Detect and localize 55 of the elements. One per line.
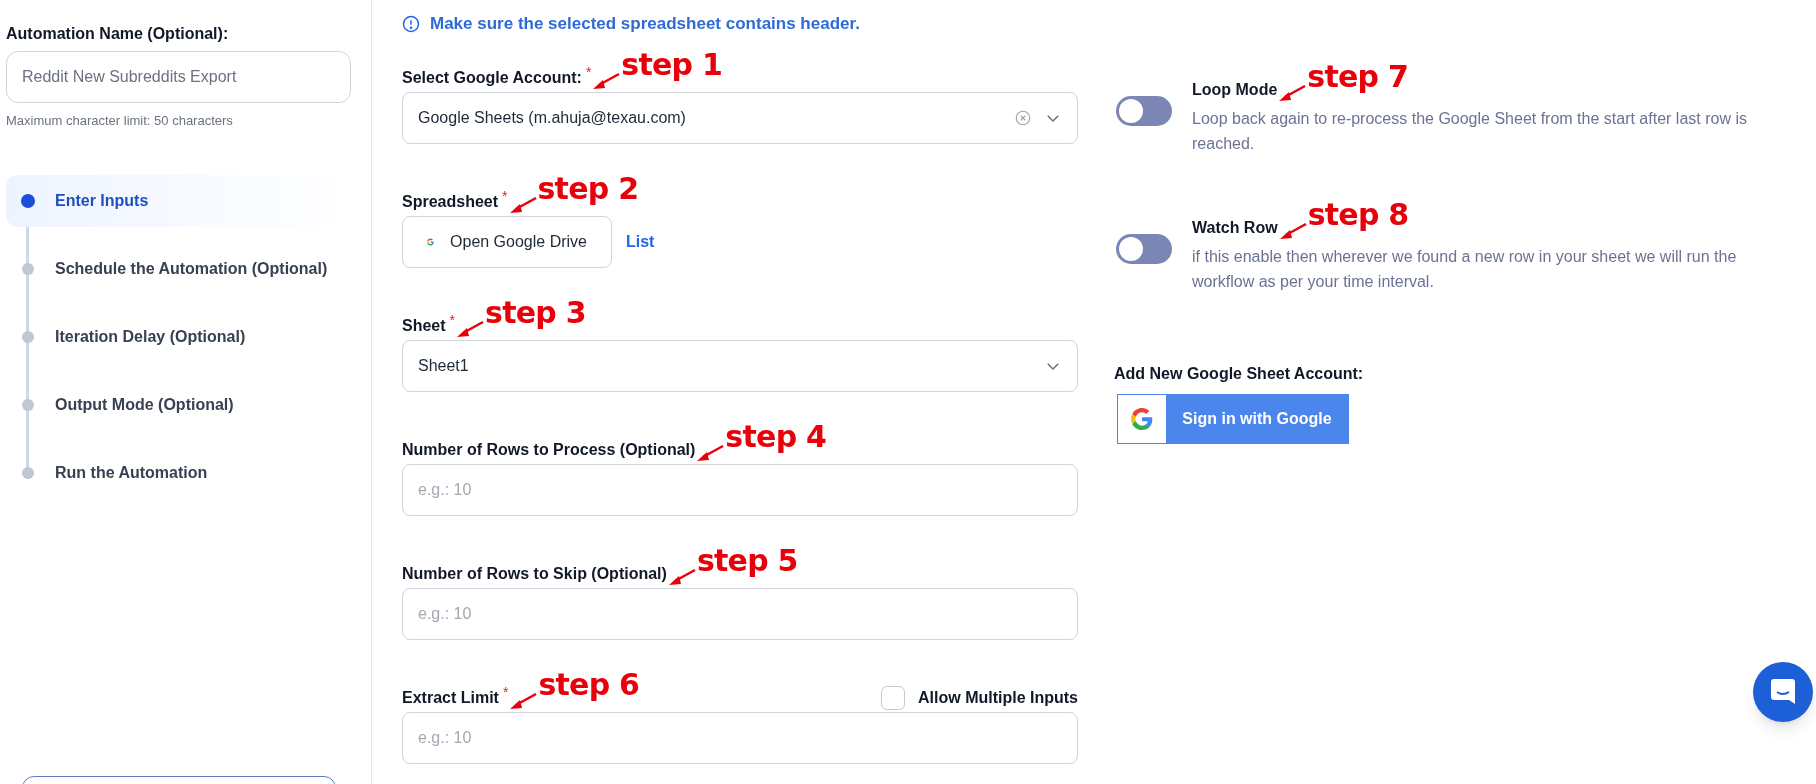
toggle-description: if this enable then wherever we found a new row in your sheet we will run the workflow as per your time interval.	[1192, 247, 1738, 292]
toggle-title: Loop Mode	[1192, 80, 1278, 100]
annotation-arrow	[508, 690, 539, 712]
list-link[interactable]: List	[626, 230, 655, 254]
step-annotation: step 6	[538, 670, 640, 700]
google-sign-in-button[interactable]: Sign in with Google	[1117, 394, 1349, 444]
number-input[interactable]: e.g.: 10	[402, 712, 1078, 764]
toggle-switch[interactable]	[1116, 234, 1172, 264]
select-field[interactable]: Google Sheets (m.ahuja@texau.com)	[402, 92, 1078, 144]
step-item[interactable]: Run the Automation	[6, 446, 351, 499]
required-mark: *	[449, 311, 456, 330]
open-drive-button[interactable]: Open Google Drive	[402, 216, 612, 268]
annotation-arrow	[695, 442, 726, 464]
select-value: Google Sheets (m.ahuja@texau.com)	[418, 108, 687, 128]
required-mark: *	[585, 63, 592, 82]
step-annotation: step 8	[1307, 200, 1409, 230]
field-label: Extract Limit	[402, 688, 499, 708]
section-label: Add New Google Sheet Account:	[1114, 364, 1365, 384]
field-label: Select Google Account:	[402, 68, 582, 88]
toggle-description: Loop back again to re-process the Google Sheet from the start after last row is reached.	[1192, 109, 1748, 154]
annotation-arrow	[591, 70, 622, 92]
field-label: Sheet	[402, 316, 446, 336]
notice-text: Make sure the selected spreadsheet contains header.	[430, 13, 860, 36]
step-annotation: step 4	[725, 422, 827, 452]
step-item[interactable]: Schedule the Automation (Optional)	[6, 242, 351, 295]
select-field[interactable]: Sheet1	[402, 340, 1078, 392]
select-value: Sheet1	[418, 356, 470, 376]
step-item[interactable]: Output Mode (Optional)	[6, 378, 351, 431]
toggle-title: Watch Row	[1192, 218, 1278, 238]
step-annotation: step 1	[621, 50, 723, 80]
chat-icon	[1770, 678, 1796, 706]
chat-button[interactable]	[1753, 662, 1813, 722]
field-label: Number of Rows to Skip (Optional)	[402, 564, 667, 584]
automation-name-input[interactable]: Reddit New Subreddits Export	[6, 51, 351, 103]
field-hint: Maximum character limit: 50 characters	[6, 112, 234, 130]
required-mark: *	[502, 187, 508, 206]
step-annotation: step 5	[696, 546, 798, 576]
toggle-switch[interactable]	[1116, 96, 1172, 126]
checkbox-label: Allow Multiple Inputs	[918, 688, 1078, 708]
required-mark: *	[502, 683, 509, 702]
field-label: Spreadsheet	[402, 192, 499, 212]
number-input[interactable]: e.g.: 10	[402, 588, 1078, 640]
annotation-arrow	[455, 318, 486, 340]
checkbox[interactable]	[881, 686, 905, 710]
step-annotation: step 7	[1307, 62, 1409, 92]
field-label: Automation Name (Optional):	[6, 24, 230, 42]
step-item[interactable]: Iteration Delay (Optional)	[6, 310, 351, 363]
step-annotation: step 2	[537, 174, 639, 204]
clear-icon[interactable]	[1014, 109, 1032, 127]
info-icon	[402, 15, 420, 33]
google-icon	[1131, 408, 1153, 430]
step-annotation: step 3	[485, 298, 586, 328]
number-input[interactable]: e.g.: 10	[402, 464, 1078, 516]
field-label: Number of Rows to Process (Optional)	[402, 440, 696, 460]
annotation-arrow	[1277, 82, 1308, 104]
